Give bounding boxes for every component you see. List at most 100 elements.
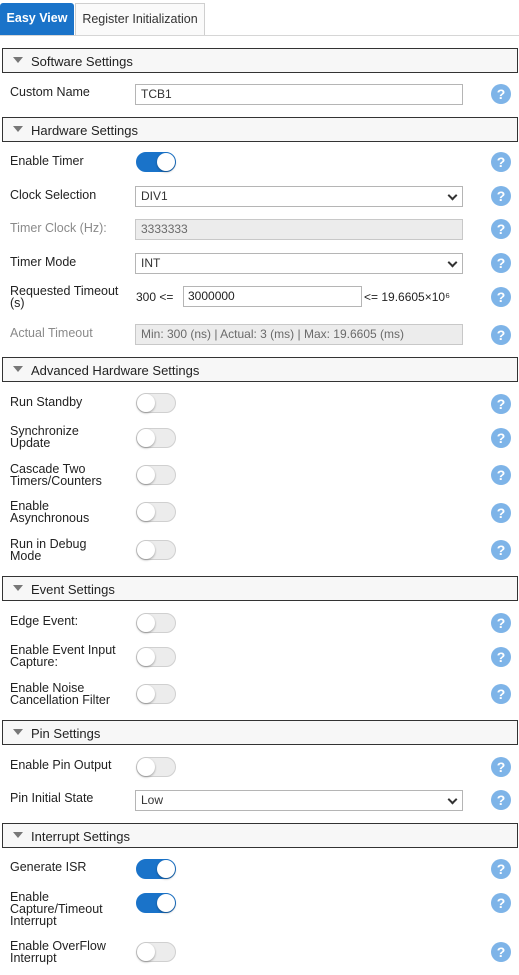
- actual-timeout-field: Min: 300 (ns) | Actual: 3 (ms) | Max: 19…: [135, 324, 463, 345]
- help-icon[interactable]: ?: [491, 859, 511, 879]
- custom-name-label: Custom Name: [10, 85, 90, 99]
- enable-asynchronous-toggle[interactable]: [136, 502, 176, 522]
- toggle-knob: [137, 943, 155, 961]
- help-icon[interactable]: ?: [491, 647, 511, 667]
- label-line: Interrupt: [10, 914, 57, 928]
- collapse-triangle-icon: [13, 126, 23, 132]
- section-advanced-hardware-settings[interactable]: Advanced Hardware Settings: [2, 357, 518, 382]
- enable-overflow-interrupt-label: Enable OverFlow Interrupt: [10, 940, 106, 965]
- enable-event-input-capture-toggle[interactable]: [136, 647, 176, 667]
- collapse-triangle-icon: [13, 57, 23, 63]
- section-title: Hardware Settings: [31, 123, 138, 138]
- toggle-knob: [137, 685, 155, 703]
- tab-easy-view[interactable]: Easy View: [0, 3, 74, 35]
- actual-timeout-label: Actual Timeout: [10, 326, 93, 340]
- label-line: Interrupt: [10, 951, 57, 965]
- enable-asynchronous-label: Enable Asynchronous: [10, 500, 90, 525]
- toggle-knob: [157, 894, 175, 912]
- help-icon[interactable]: ?: [491, 428, 511, 448]
- label-line: Asynchronous: [10, 511, 90, 525]
- section-title: Advanced Hardware Settings: [31, 363, 200, 378]
- toggle-knob: [137, 466, 155, 484]
- requested-timeout-input[interactable]: 3000000: [183, 286, 362, 307]
- help-icon[interactable]: ?: [491, 503, 511, 523]
- help-icon[interactable]: ?: [491, 465, 511, 485]
- pin-initial-state-dropdown[interactable]: Low: [135, 790, 463, 811]
- label-line: Capture:: [10, 655, 58, 669]
- section-title: Interrupt Settings: [31, 829, 130, 844]
- generate-isr-label: Generate ISR: [10, 860, 87, 874]
- help-icon[interactable]: ?: [491, 152, 511, 172]
- toggle-knob: [137, 429, 155, 447]
- help-icon[interactable]: ?: [491, 684, 511, 704]
- toggle-knob: [137, 503, 155, 521]
- help-icon[interactable]: ?: [491, 325, 511, 345]
- chevron-down-icon: [447, 190, 458, 201]
- cascade-timers-label: Cascade Two Timers/Counters: [10, 463, 102, 488]
- label-line: Requested Timeout: [10, 284, 119, 298]
- enable-noise-cancellation-toggle[interactable]: [136, 684, 176, 704]
- toggle-knob: [137, 541, 155, 559]
- help-icon[interactable]: ?: [491, 540, 511, 560]
- run-in-debug-mode-toggle[interactable]: [136, 540, 176, 560]
- section-title: Pin Settings: [31, 726, 101, 741]
- edge-event-label: Edge Event:: [10, 614, 79, 628]
- toggle-knob: [157, 860, 175, 878]
- clock-selection-dropdown[interactable]: DIV1: [135, 186, 463, 207]
- custom-name-input[interactable]: TCB1: [135, 84, 463, 105]
- help-icon[interactable]: ?: [491, 84, 511, 104]
- collapse-triangle-icon: [13, 366, 23, 372]
- enable-overflow-interrupt-toggle[interactable]: [136, 942, 176, 962]
- chevron-down-icon: [447, 794, 458, 805]
- section-title: Event Settings: [31, 582, 115, 597]
- enable-capture-timeout-interrupt-label: Enable Capture/Timeout Interrupt: [10, 891, 103, 928]
- pin-initial-state-value: Low: [141, 793, 164, 807]
- enable-timer-label: Enable Timer: [10, 154, 84, 168]
- help-icon[interactable]: ?: [491, 394, 511, 414]
- enable-timer-toggle[interactable]: [136, 152, 176, 172]
- section-software-settings[interactable]: Software Settings: [2, 48, 518, 73]
- help-icon[interactable]: ?: [491, 942, 511, 962]
- cascade-timers-toggle[interactable]: [136, 465, 176, 485]
- section-title: Software Settings: [31, 54, 133, 69]
- timer-mode-dropdown[interactable]: INT: [135, 253, 463, 274]
- timer-mode-value: INT: [141, 256, 161, 270]
- collapse-triangle-icon: [13, 585, 23, 591]
- enable-pin-output-label: Enable Pin Output: [10, 758, 112, 772]
- clock-selection-label: Clock Selection: [10, 188, 97, 202]
- enable-pin-output-toggle[interactable]: [136, 757, 176, 777]
- help-icon[interactable]: ?: [491, 893, 511, 913]
- generate-isr-toggle[interactable]: [136, 859, 176, 879]
- section-interrupt-settings[interactable]: Interrupt Settings: [2, 823, 518, 848]
- help-icon[interactable]: ?: [491, 287, 511, 307]
- requested-timeout-label: Requested Timeout (s): [10, 284, 119, 310]
- pin-initial-state-label: Pin Initial State: [10, 791, 94, 805]
- label-line: Mode: [10, 549, 42, 563]
- tab-bar: Easy View Register Initialization: [0, 0, 519, 36]
- enable-capture-timeout-interrupt-toggle[interactable]: [136, 893, 176, 913]
- chevron-down-icon: [447, 257, 458, 268]
- synchronize-update-label: Synchronize Update: [10, 425, 79, 450]
- section-hardware-settings[interactable]: Hardware Settings: [2, 117, 518, 142]
- help-icon[interactable]: ?: [491, 757, 511, 777]
- toggle-knob: [137, 394, 155, 412]
- toggle-knob: [157, 153, 175, 171]
- run-standby-toggle[interactable]: [136, 393, 176, 413]
- timer-clock-label: Timer Clock (Hz):: [10, 221, 107, 235]
- label-line: Timers/Counters: [10, 474, 102, 488]
- help-icon[interactable]: ?: [491, 790, 511, 810]
- toggle-knob: [137, 614, 155, 632]
- run-in-debug-mode-label: Run in Debug Mode: [10, 538, 86, 563]
- help-icon[interactable]: ?: [491, 186, 511, 206]
- help-icon[interactable]: ?: [491, 253, 511, 273]
- label-line: Cancellation Filter: [10, 693, 111, 707]
- edge-event-toggle[interactable]: [136, 613, 176, 633]
- help-icon[interactable]: ?: [491, 219, 511, 239]
- label-line: (s): [10, 296, 25, 310]
- section-event-settings[interactable]: Event Settings: [2, 576, 518, 601]
- synchronize-update-toggle[interactable]: [136, 428, 176, 448]
- timeout-min-text: 300 <=: [136, 290, 174, 304]
- tab-register-initialization[interactable]: Register Initialization: [75, 3, 205, 35]
- help-icon[interactable]: ?: [491, 613, 511, 633]
- section-pin-settings[interactable]: Pin Settings: [2, 720, 518, 745]
